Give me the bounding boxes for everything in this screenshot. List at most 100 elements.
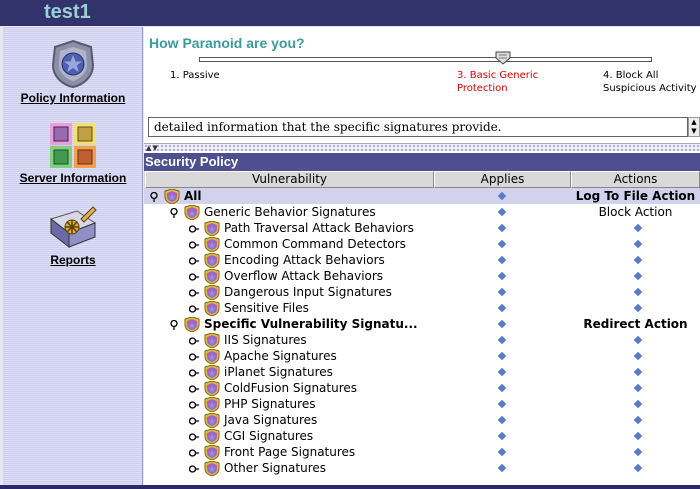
table-row[interactable]: CGI Signatures [144,428,700,445]
table-row[interactable]: iPlanet Signatures [144,364,700,381]
action-diamond-icon[interactable] [633,239,643,249]
action-diamond-icon[interactable] [633,367,643,377]
table-row[interactable]: IIS Signatures [144,332,700,349]
action-diamond-icon[interactable] [633,399,643,409]
table-row[interactable]: Common Command Detectors [144,236,700,253]
policy-tree: All Log To File Action Generic Behavior Si… [144,188,700,488]
applies-diamond-icon[interactable] [497,319,507,329]
tree-collapsed-icon[interactable] [188,335,199,345]
sidebar-item-policy-information[interactable]: Policy Information [3,39,143,105]
applies-diamond-icon[interactable] [497,255,507,265]
action-diamond-icon[interactable] [633,463,643,473]
tree-collapsed-icon[interactable] [188,383,199,393]
action-label[interactable]: Redirect Action [571,316,700,332]
sidebar-item-reports[interactable]: Reports [3,205,143,267]
applies-diamond-icon[interactable] [497,383,507,393]
applies-diamond-icon[interactable] [497,351,507,361]
tree-collapsed-icon[interactable] [188,255,199,265]
table-row[interactable]: Generic Behavior Signatures Block Action [144,204,700,221]
tree-collapsed-icon[interactable] [188,351,199,361]
table-row[interactable]: Specific Vulnerability Signatu... Redirec… [144,316,700,333]
description-text: detailed information that the specific s… [148,117,688,137]
table-row[interactable]: Overflow Attack Behaviors [144,268,700,285]
table-row[interactable]: Path Traversal Attack Behaviors [144,220,700,237]
action-label[interactable]: Log To File Action [571,188,700,204]
vulnerability-name: PHP Signatures [224,397,316,411]
table-row[interactable]: Java Signatures [144,412,700,429]
action-diamond-icon[interactable] [633,415,643,425]
applies-diamond-icon[interactable] [497,415,507,425]
tree-collapsed-icon[interactable] [188,367,199,377]
tree-collapsed-icon[interactable] [188,399,199,409]
table-row[interactable]: All Log To File Action [144,188,700,205]
tree-expanded-icon[interactable] [149,191,159,202]
applies-diamond-icon[interactable] [497,447,507,457]
applies-diamond-icon[interactable] [497,271,507,281]
action-diamond-icon[interactable] [633,271,643,281]
applies-diamond-icon[interactable] [497,399,507,409]
applies-diamond-icon[interactable] [497,303,507,313]
title-bar: test1 [0,0,700,26]
tree-collapsed-icon[interactable] [188,287,199,297]
applies-diamond-icon[interactable] [497,223,507,233]
sidebar-item-server-information[interactable]: Server Information [3,121,143,185]
applies-diamond-icon[interactable] [497,191,507,201]
applies-diamond-icon[interactable] [497,239,507,249]
shield-icon [204,428,220,445]
splitter-handle[interactable]: ▲▼ [144,143,700,152]
tree-collapsed-icon[interactable] [188,463,199,473]
tree-collapsed-icon[interactable] [188,271,199,281]
applies-diamond-icon[interactable] [497,367,507,377]
table-row[interactable]: ColdFusion Signatures [144,380,700,397]
paranoia-level-block-all[interactable]: 4. Block All Suspicious Activity [603,69,697,95]
action-diamond-icon[interactable] [633,351,643,361]
tree-expanded-icon[interactable] [169,207,179,218]
tree-collapsed-icon[interactable] [188,415,199,425]
table-row[interactable]: Front Page Signatures [144,444,700,461]
applies-diamond-icon[interactable] [497,463,507,473]
applies-diamond-icon[interactable] [497,335,507,345]
paranoia-level-basic[interactable]: 3. Basic Generic Protection [457,69,538,95]
column-actions[interactable]: Actions [571,171,700,188]
level-label: 1. Passive [170,70,220,81]
paranoia-slider-track[interactable] [199,57,652,62]
action-diamond-icon[interactable] [633,383,643,393]
paranoia-title: How Paranoid are you? [149,35,305,51]
tree-collapsed-icon[interactable] [188,239,199,249]
table-row[interactable]: Apache Signatures [144,348,700,365]
action-diamond-icon[interactable] [633,287,643,297]
table-row[interactable]: Encoding Attack Behaviors [144,252,700,269]
tree-collapsed-icon[interactable] [188,223,199,233]
tree-collapsed-icon[interactable] [188,303,199,313]
table-row[interactable]: Sensitive Files [144,300,700,317]
action-diamond-icon[interactable] [633,223,643,233]
paranoia-slider-thumb[interactable] [495,51,511,65]
applies-diamond-icon[interactable] [497,207,507,217]
table-row[interactable]: Other Signatures [144,460,700,477]
action-diamond-icon[interactable] [633,335,643,345]
shield-icon [204,412,220,429]
servers-icon [3,121,143,169]
table-row[interactable]: PHP Signatures [144,396,700,413]
table-row[interactable]: Dangerous Input Signatures [144,284,700,301]
paranoia-level-passive[interactable]: 1. Passive [170,69,220,82]
tree-collapsed-icon[interactable] [188,447,199,457]
bottom-bar [0,485,700,489]
action-diamond-icon[interactable] [633,447,643,457]
action-diamond-icon[interactable] [633,431,643,441]
shield-icon [204,252,220,269]
column-vulnerability[interactable]: Vulnerability [145,171,434,188]
action-diamond-icon[interactable] [633,303,643,313]
action-diamond-icon[interactable] [633,255,643,265]
tree-collapsed-icon[interactable] [188,431,199,441]
window-title: test1 [44,1,91,23]
police-badge-icon [3,39,143,89]
applies-diamond-icon[interactable] [497,431,507,441]
applies-diamond-icon[interactable] [497,287,507,297]
tree-expanded-icon[interactable] [169,319,179,330]
action-label[interactable]: Block Action [571,204,700,220]
vulnerability-name: Overflow Attack Behaviors [224,269,384,283]
column-applies[interactable]: Applies [434,171,571,188]
description-scrollbar[interactable]: ▲ ▼ [688,117,700,137]
shield-icon [184,316,200,333]
